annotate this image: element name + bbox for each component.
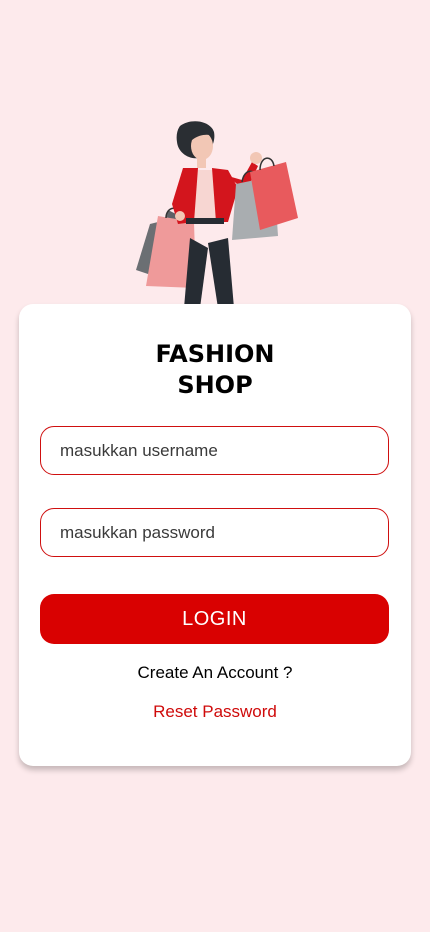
password-input[interactable] [40,508,389,557]
app-title-line2: SHOP [177,371,253,399]
login-card: FASHION SHOP LOGIN Create An Account ? R… [19,304,411,766]
app-title-line1: FASHION [155,340,275,368]
login-button[interactable]: LOGIN [40,594,389,644]
shopping-woman-illustration [128,118,308,308]
create-account-link[interactable]: Create An Account ? [19,663,411,683]
reset-password-link[interactable]: Reset Password [19,702,411,722]
username-input[interactable] [40,426,389,475]
